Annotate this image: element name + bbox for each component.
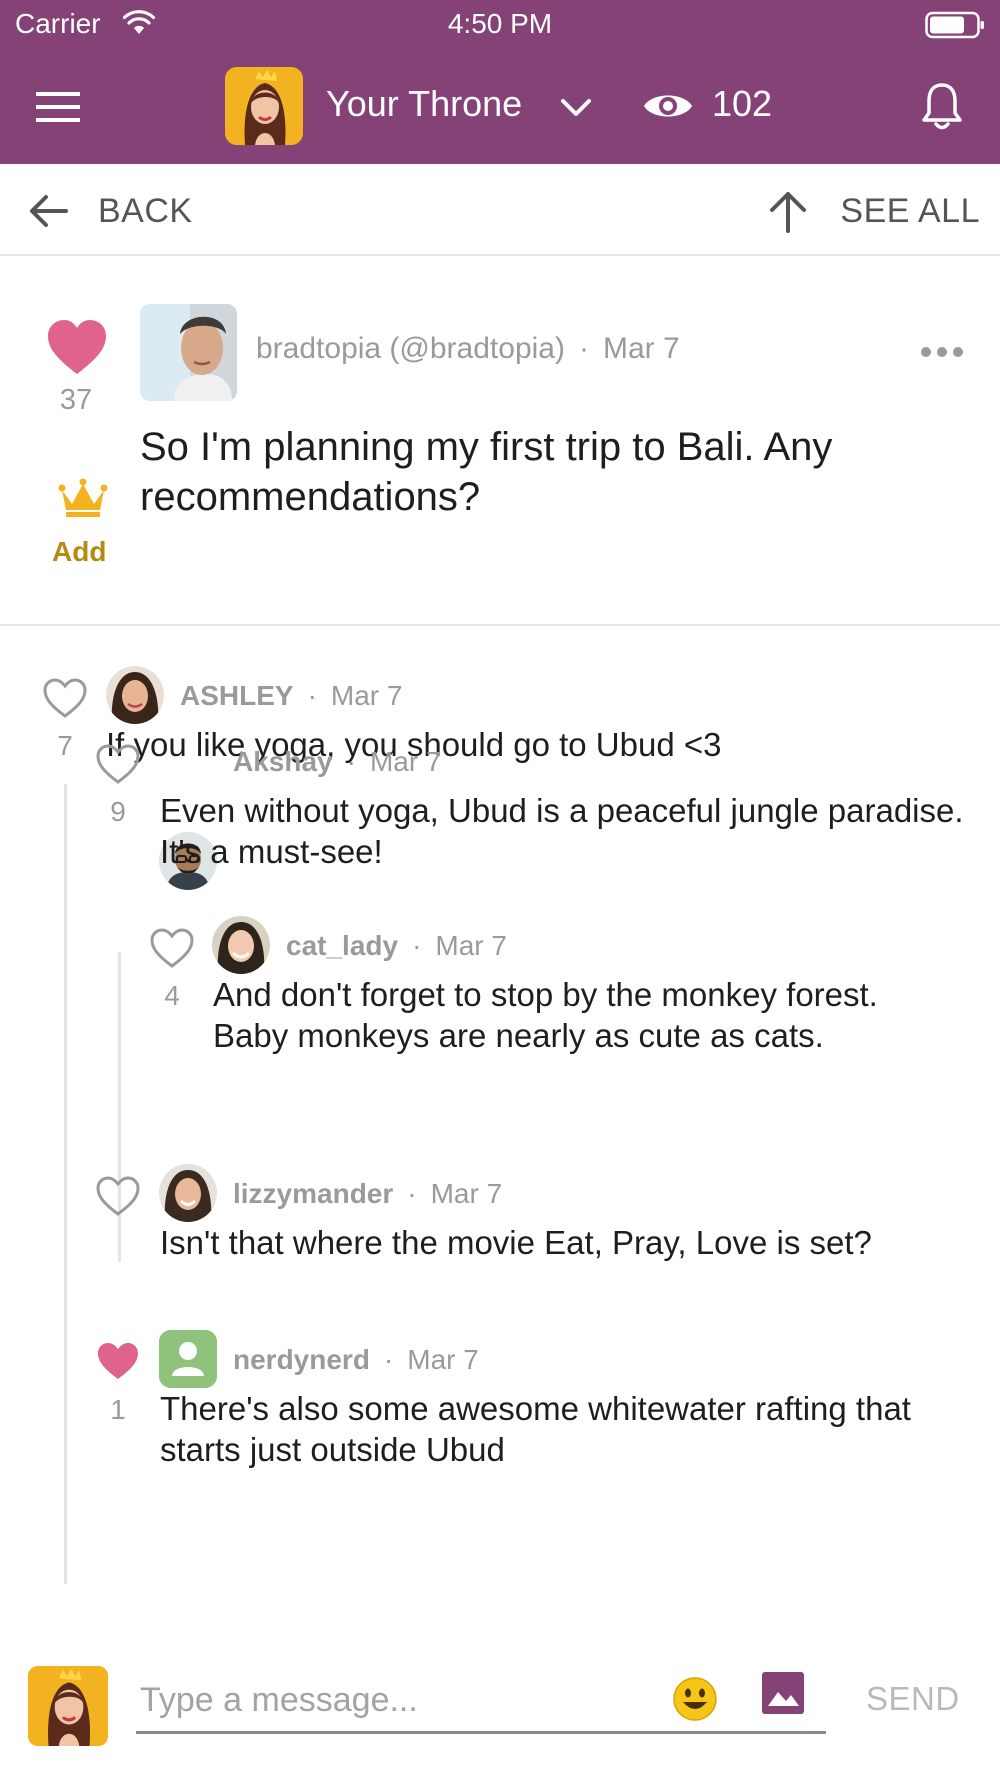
eye-icon <box>644 95 692 117</box>
heart-filled-icon[interactable] <box>46 318 108 376</box>
avatar[interactable] <box>140 304 237 401</box>
avatar[interactable] <box>28 1666 108 1746</box>
woman-portrait-icon <box>212 916 270 974</box>
thread-line <box>64 784 67 1584</box>
chevron-down-icon[interactable] <box>558 92 594 122</box>
queen-portrait-icon <box>28 1666 108 1746</box>
meta-separator: · <box>412 930 422 961</box>
comment-date: Mar 7 <box>369 746 442 777</box>
emoji-icon[interactable] <box>672 1676 718 1722</box>
queen-portrait-icon <box>225 67 303 145</box>
comment-body: Even without yoga, Ubud is a peaceful ju… <box>160 792 964 870</box>
back-label: BACK <box>98 191 193 230</box>
see-all-button[interactable]: SEE ALL <box>766 186 980 236</box>
post-meta: bradtopia (@bradtopia) · Mar 7 <box>256 332 680 366</box>
avatar[interactable] <box>159 1164 217 1222</box>
status-bar: Carrier 4:50 PM <box>0 0 1000 50</box>
comment-like-count: 9 <box>110 796 126 827</box>
post-author[interactable]: bradtopia (@bradtopia) <box>256 332 565 365</box>
comment-body: There's also some awesome whitewater raf… <box>160 1390 911 1468</box>
heart-filled-icon[interactable] <box>95 1340 141 1382</box>
post-body: So I'm planning my first trip to Bali. A… <box>140 425 833 519</box>
menu-icon[interactable] <box>34 90 82 124</box>
comment-author[interactable]: cat_lady <box>286 930 398 961</box>
message-input[interactable] <box>136 1670 826 1734</box>
meta-separator: · <box>346 746 356 777</box>
comment-like-count: 7 <box>57 730 73 761</box>
back-button[interactable]: BACK <box>26 186 193 236</box>
add-crown-button[interactable]: Add <box>52 536 106 568</box>
comment-author[interactable]: Akshay <box>233 746 333 777</box>
comment-date: Mar 7 <box>435 930 507 961</box>
heart-outline-icon[interactable] <box>95 743 141 785</box>
heart-outline-icon[interactable] <box>42 677 88 719</box>
comment-author[interactable]: ASHLEY <box>180 680 294 711</box>
avatar[interactable] <box>159 1330 217 1388</box>
image-icon[interactable] <box>760 1670 806 1716</box>
comment-meta: cat_lady · Mar 7 <box>286 930 507 962</box>
comment-like-count: 1 <box>110 1394 126 1425</box>
avatar[interactable] <box>212 916 270 974</box>
send-button[interactable]: SEND <box>866 1680 960 1718</box>
arrow-up-icon <box>770 192 807 233</box>
comment-like-count: 4 <box>164 980 180 1011</box>
woman-portrait-icon <box>106 666 164 724</box>
thread-navbar: BACK SEE ALL <box>0 164 1000 256</box>
arrow-left-icon <box>30 195 68 227</box>
comment-meta: Akshay · Mar 7 <box>233 746 442 778</box>
more-options-icon[interactable] <box>920 345 964 359</box>
meta-separator: · <box>383 1344 394 1375</box>
bell-icon[interactable] <box>920 80 964 132</box>
meta-separator: · <box>407 1178 417 1209</box>
comment-body: Isn't that where the movie Eat, Pray, Lo… <box>160 1224 872 1261</box>
community-title[interactable]: Your Throne <box>326 83 522 125</box>
comment-meta: nerdynerd · Mar 7 <box>233 1344 479 1376</box>
avatar[interactable] <box>106 666 164 724</box>
post-date: Mar 7 <box>602 332 680 365</box>
message-composer: SEND <box>0 1630 1000 1778</box>
meta-separator: · <box>307 680 317 711</box>
woman-portrait-icon <box>159 1164 217 1222</box>
comment-meta: lizzymander · Mar 7 <box>233 1178 502 1210</box>
comment-body: And don't forget to stop by the monkey f… <box>213 976 878 1054</box>
comment-meta: ASHLEY · Mar 7 <box>180 680 402 712</box>
view-count: 102 <box>712 83 773 124</box>
battery-icon <box>925 11 984 39</box>
comment-date: Mar 7 <box>407 1344 479 1375</box>
comment-date: Mar 7 <box>330 680 403 711</box>
post-like-count: 37 <box>59 384 93 416</box>
meta-separator: · <box>578 332 589 365</box>
comments-list: 7 ASHLEY · Mar 7 If you like yoga, you sho… <box>0 626 1000 1584</box>
crown-icon[interactable] <box>58 478 108 518</box>
heart-outline-icon[interactable] <box>149 927 195 969</box>
user-icon <box>159 1330 217 1388</box>
man-portrait-icon <box>140 304 237 401</box>
see-all-label: SEE ALL <box>840 191 980 230</box>
comment-author[interactable]: lizzymander <box>233 1178 393 1209</box>
heart-outline-icon[interactable] <box>95 1175 141 1217</box>
app-header: Carrier 4:50 PM Your Throne 102 <box>0 0 1000 164</box>
comment-author[interactable]: nerdynerd <box>233 1344 370 1375</box>
community-avatar[interactable] <box>225 67 303 145</box>
comment-date: Mar 7 <box>430 1178 503 1209</box>
clock: 4:50 PM <box>447 8 553 39</box>
